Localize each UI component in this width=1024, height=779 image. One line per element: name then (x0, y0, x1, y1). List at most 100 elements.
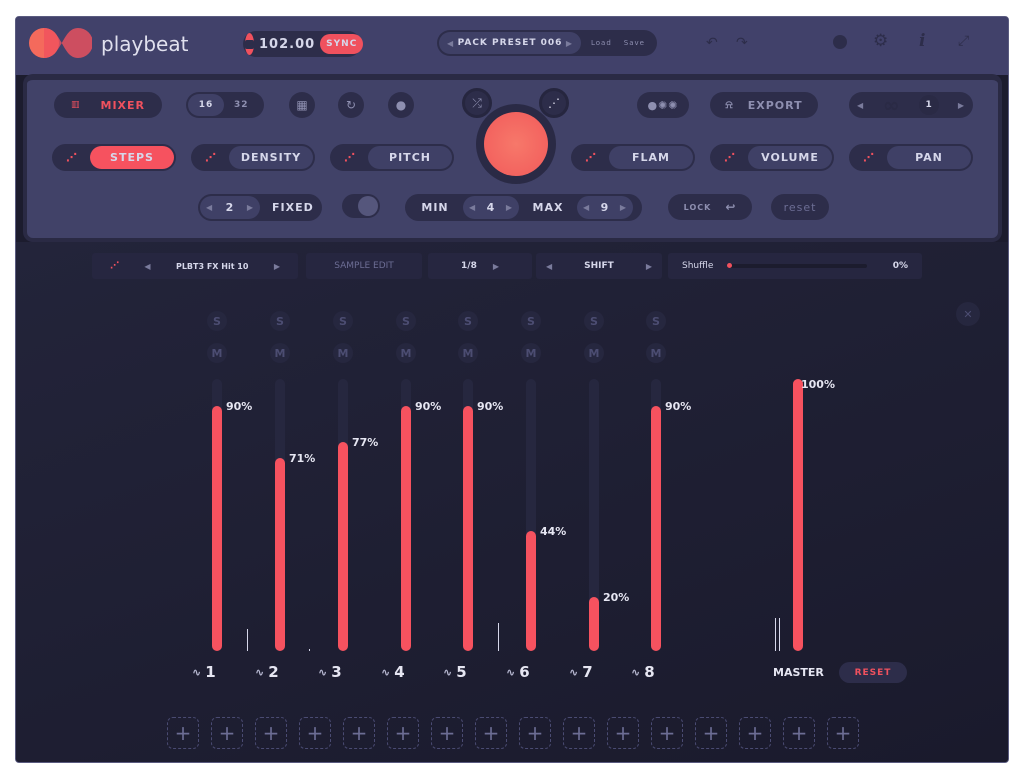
shuffle-slider-handle[interactable] (727, 263, 733, 268)
mixer-button[interactable]: ▥ MIXER (54, 92, 162, 118)
load-button[interactable]: Load (591, 39, 612, 47)
mute-button[interactable]: M (584, 343, 604, 363)
volume-lane[interactable]: ⋰ VOLUME (710, 144, 834, 171)
loop-next-button[interactable]: ▶ (958, 101, 965, 110)
channel-fader[interactable] (212, 379, 222, 651)
dice-icon[interactable]: ⋰ (110, 261, 119, 271)
mute-button[interactable]: M (333, 343, 353, 363)
shift-right-button[interactable]: ▶ (646, 262, 652, 271)
channel-fader[interactable] (275, 379, 285, 651)
solo-button[interactable]: S (646, 311, 666, 331)
channel-fader[interactable] (651, 379, 661, 651)
add-slot-button[interactable]: + (607, 717, 639, 749)
mute-button[interactable]: M (646, 343, 666, 363)
loop-prev-button[interactable]: ◀ (857, 101, 864, 110)
max-decrement[interactable]: ◀ (583, 203, 590, 212)
steps-16-option[interactable]: 16 (188, 94, 224, 116)
palette-icon[interactable] (833, 35, 847, 49)
solo-button[interactable]: S (521, 311, 541, 331)
channel-label[interactable]: ∿ 8 (631, 663, 655, 681)
prev-sample-button[interactable]: ◀ (144, 262, 150, 271)
volume-button[interactable]: VOLUME (748, 146, 832, 169)
mute-button[interactable]: M (458, 343, 478, 363)
lock-button[interactable]: LOCK ↩ (668, 194, 752, 220)
max-increment[interactable]: ▶ (620, 203, 627, 212)
save-button[interactable]: Save (624, 39, 645, 47)
steps-32-option[interactable]: 32 (234, 100, 249, 110)
add-slot-button[interactable]: + (783, 717, 815, 749)
prev-preset-button[interactable]: ◀ (447, 39, 454, 48)
density-lane[interactable]: ⋰ DENSITY (191, 144, 315, 171)
add-slot-button[interactable]: + (255, 717, 287, 749)
sync-button[interactable]: SYNC (320, 34, 364, 54)
master-reset-button[interactable]: RESET (839, 662, 907, 683)
channel-label[interactable]: ∿ 5 (443, 663, 467, 681)
export-button[interactable]: ⍾ EXPORT (710, 92, 818, 118)
randomize-button[interactable] (484, 112, 548, 176)
add-slot-button[interactable]: + (167, 717, 199, 749)
solo-button[interactable]: S (333, 311, 353, 331)
stop-button[interactable] (245, 33, 254, 55)
channel-fader[interactable] (526, 379, 536, 651)
channel-fader[interactable] (463, 379, 473, 651)
channel-label[interactable]: ∿ 6 (506, 663, 530, 681)
pan-lane[interactable]: ⋰ PAN (849, 144, 973, 171)
pan-button[interactable]: PAN (887, 146, 971, 169)
solo-button[interactable]: S (207, 311, 227, 331)
fixed-decrement[interactable]: ◀ (206, 203, 213, 212)
redo-icon[interactable]: ↷ (736, 35, 748, 51)
info-icon[interactable]: i (919, 31, 925, 51)
close-mixer-button[interactable]: ✕ (956, 302, 980, 326)
master-fader[interactable] (793, 379, 803, 651)
sample-edit-button[interactable]: SAMPLE EDIT (306, 253, 422, 279)
next-sample-button[interactable]: ▶ (274, 262, 280, 271)
channel-fader[interactable] (338, 379, 348, 651)
add-slot-button[interactable]: + (475, 717, 507, 749)
add-slot-button[interactable]: + (343, 717, 375, 749)
solo-button[interactable]: S (270, 311, 290, 331)
division-selector[interactable]: 1/8 ▶ (428, 253, 532, 279)
mute-button[interactable]: M (521, 343, 541, 363)
undo-icon[interactable]: ↶ (706, 35, 718, 51)
lock-icon[interactable]: ● (388, 92, 414, 118)
pitch-button[interactable]: PITCH (368, 146, 452, 169)
channel-fader[interactable] (401, 379, 411, 651)
add-slot-button[interactable]: + (431, 717, 463, 749)
shuffle-icon[interactable]: ⤮ (462, 88, 492, 118)
add-slot-button[interactable]: + (299, 717, 331, 749)
next-preset-button[interactable]: ▶ (566, 39, 573, 48)
mute-button[interactable]: M (270, 343, 290, 363)
channel-label[interactable]: ∿ 7 (569, 663, 593, 681)
channel-label[interactable]: ∿ 3 (318, 663, 342, 681)
density-button[interactable]: DENSITY (229, 146, 313, 169)
add-slot-button[interactable]: + (387, 717, 419, 749)
expand-icon[interactable]: ⤢ (958, 33, 969, 49)
flam-lane[interactable]: ⋰ FLAM (571, 144, 695, 171)
toggle-switch[interactable] (342, 194, 380, 218)
steps-lane[interactable]: ⋰ STEPS (52, 144, 176, 171)
rotate-icon[interactable]: ↻ (338, 92, 364, 118)
add-slot-button[interactable]: + (563, 717, 595, 749)
solo-button[interactable]: S (458, 311, 478, 331)
shuffle-slider[interactable] (727, 263, 868, 268)
density-dots-icon[interactable]: ●✺✺ (637, 92, 689, 118)
pitch-lane[interactable]: ⋰ PITCH (330, 144, 454, 171)
grid-icon[interactable]: ▦ (289, 92, 315, 118)
channel-label[interactable]: ∿ 2 (255, 663, 279, 681)
mute-button[interactable]: M (396, 343, 416, 363)
next-division-button[interactable]: ▶ (493, 262, 499, 271)
add-slot-button[interactable]: + (695, 717, 727, 749)
channel-fader[interactable] (589, 379, 599, 651)
shift-left-button[interactable]: ◀ (546, 262, 552, 271)
add-slot-button[interactable]: + (651, 717, 683, 749)
fixed-label[interactable]: FIXED (272, 201, 314, 214)
flam-button[interactable]: FLAM (609, 146, 693, 169)
channel-label[interactable]: ∿ 4 (381, 663, 405, 681)
mute-button[interactable]: M (207, 343, 227, 363)
add-slot-button[interactable]: + (827, 717, 859, 749)
fixed-increment[interactable]: ▶ (247, 203, 254, 212)
gear-icon[interactable]: ⚙ (873, 31, 888, 51)
add-slot-button[interactable]: + (211, 717, 243, 749)
min-increment[interactable]: ▶ (506, 203, 513, 212)
bpm-value[interactable]: 102.00 (259, 37, 315, 52)
